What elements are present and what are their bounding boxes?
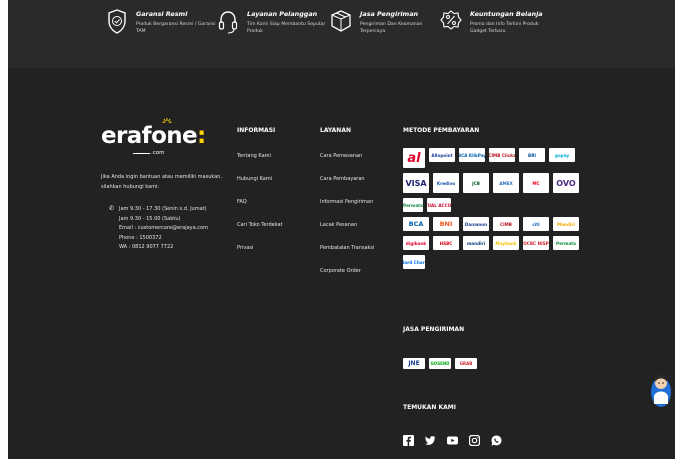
link-tentang-kami[interactable]: Tentang Kami bbox=[237, 153, 271, 159]
layanan-heading: LAYANAN bbox=[320, 127, 351, 134]
footer: Garansi Resmi Produk Bergaransi Resmi / … bbox=[8, 0, 675, 459]
logo-text: erafone bbox=[101, 123, 198, 149]
standard-chartered-logo: Standard Chartered bbox=[403, 255, 425, 269]
shield-check-icon bbox=[108, 9, 126, 34]
link-privasi[interactable]: Privasi bbox=[237, 245, 253, 251]
danamon-logo: Danamon bbox=[463, 217, 489, 231]
feature-desc: Pengiriman Dan Keamanan Terpercaya bbox=[360, 22, 423, 35]
link-corporate-order[interactable]: Corporate Order bbox=[320, 268, 361, 274]
feature-title: Layanan Pelanggan bbox=[247, 10, 318, 18]
feature-title: Garansi Resmi bbox=[136, 10, 188, 18]
permata-cc-logo: Permata bbox=[553, 236, 579, 250]
visa-logo: VISA bbox=[403, 173, 429, 193]
package-icon bbox=[331, 10, 351, 32]
hsbc-logo: HSBC bbox=[433, 236, 459, 250]
feature-desc: Promo dan Info Terkini Produk Gadget Ter… bbox=[470, 22, 539, 35]
bni-logo: BNI bbox=[433, 217, 459, 231]
contact-hours-weekday: Jam 9.30 - 17.30 (Senin s.d. Jumat) bbox=[119, 206, 207, 212]
feature-layanan: Layanan Pelanggan Tim Kami Siap Membantu… bbox=[217, 8, 329, 36]
phone-icon: ✆ bbox=[109, 205, 115, 212]
informasi-heading: INFORMASI bbox=[237, 127, 276, 134]
mandiri-cc-logo: mandiri bbox=[463, 236, 489, 250]
erafone-logo[interactable]: erafone: .com bbox=[101, 118, 206, 156]
link-pembatalan-transaksi[interactable]: Pembatalan Transaksi bbox=[320, 245, 374, 251]
ocbc-logo: OCBC NISP bbox=[523, 236, 549, 250]
payment-heading: METODE PEMBAYARAN bbox=[403, 127, 480, 134]
logo-sparkle: : bbox=[197, 123, 206, 149]
contact-phone[interactable]: Phone : 1500372 bbox=[119, 234, 208, 244]
cimb-clicks-logo: CIMB Clicks bbox=[489, 148, 515, 162]
features-strip: Garansi Resmi Produk Bergaransi Resmi / … bbox=[8, 0, 675, 68]
shipping-heading: JASA PENGIRIMAN bbox=[403, 326, 465, 333]
contact-email[interactable]: Email : customercare@erajaya.com bbox=[119, 224, 208, 234]
link-lacak-pesanan[interactable]: Lacak Pesanan bbox=[320, 222, 357, 228]
feature-desc: Produk Bergaransi Resmi / Garansi TAM bbox=[136, 22, 216, 35]
mastercard-logo: MC bbox=[523, 173, 549, 193]
contact-hours-saturday: Jam 9.30 - 15.00 (Sabtu) bbox=[119, 215, 181, 222]
headset-icon bbox=[218, 11, 238, 34]
discount-badge-icon bbox=[440, 10, 462, 30]
grab-logo: GRAB bbox=[455, 358, 477, 369]
link-informasi-pengiriman[interactable]: Informasi Pengiriman bbox=[320, 199, 373, 205]
feature-desc: Tim Kami Siap Membantu Seputar Produk bbox=[247, 22, 326, 35]
whatsapp-icon[interactable] bbox=[491, 435, 502, 446]
social-links bbox=[403, 435, 502, 446]
contact-intro: Jika Anda ingin bantuan atau memiliki ma… bbox=[101, 174, 223, 190]
logo-underline bbox=[133, 153, 150, 154]
shipping-logos: JNE GOSEND GRAB bbox=[403, 358, 477, 369]
sparkle-icon bbox=[162, 118, 172, 123]
gopay-logo: gopay bbox=[549, 148, 575, 162]
bca-klikpay-logo: BCA KlikPay bbox=[459, 148, 485, 162]
contact-list: Jam 9.30 - 17.30 (Senin s.d. Jumat) Jam … bbox=[119, 205, 208, 253]
feature-keuntungan: Keuntungan Belanja Promo dan Info Terkin… bbox=[440, 8, 552, 36]
virtual-account-logo: VIRTUAL ACCOUNT bbox=[427, 198, 451, 212]
link-cara-pemesanan[interactable]: Cara Pemesanan bbox=[320, 153, 362, 159]
youtube-icon[interactable] bbox=[447, 435, 458, 446]
jcb-logo: JCB bbox=[463, 173, 489, 193]
kredivo-logo: Kredivo bbox=[433, 173, 459, 193]
feature-title: Jasa Pengiriman bbox=[360, 10, 419, 18]
akulaku-logo: al bbox=[403, 148, 425, 168]
ovo-logo: OVO bbox=[553, 173, 579, 193]
facebook-icon[interactable] bbox=[403, 435, 414, 446]
bri-logo: BRI bbox=[519, 148, 545, 162]
allopoint-logo: Allopoint bbox=[429, 148, 455, 162]
chat-assistant-button[interactable] bbox=[650, 370, 672, 408]
mandiri-logo: Mandiri bbox=[553, 217, 579, 231]
digibank-logo: digibank bbox=[403, 236, 429, 250]
link-cari-toko[interactable]: Cari Toko Terdekat bbox=[237, 222, 283, 228]
cimb-logo: CIMB bbox=[493, 217, 519, 231]
amex-logo: AMEX bbox=[493, 173, 519, 193]
payment-logos: al Allopoint BCA KlikPay CIMB Clicks BRI gopa… bbox=[403, 148, 653, 274]
feature-pengiriman: Jasa Pengiriman Pengiriman Dan Keamanan … bbox=[330, 8, 442, 36]
citi-logo: citi bbox=[523, 217, 549, 231]
jne-logo: JNE bbox=[403, 358, 425, 369]
contact-whatsapp[interactable]: WA : 0812 9077 7722 bbox=[119, 243, 208, 253]
feature-title: Keuntungan Belanja bbox=[470, 10, 543, 18]
bca-logo: BCA bbox=[403, 217, 429, 231]
social-heading: TEMUKAN KAMI bbox=[403, 404, 456, 411]
permata-logo: Permata bbox=[403, 198, 423, 212]
link-cara-pembayaran[interactable]: Cara Pembayaran bbox=[320, 176, 365, 182]
link-hubungi-kami[interactable]: Hubungi Kami bbox=[237, 176, 272, 182]
maybank-logo: Maybank bbox=[493, 236, 519, 250]
instagram-icon[interactable] bbox=[469, 435, 480, 446]
link-faq[interactable]: FAQ bbox=[237, 199, 247, 205]
logo-suffix: .com bbox=[151, 150, 165, 156]
twitter-icon[interactable] bbox=[425, 435, 436, 446]
gosend-logo: GOSEND bbox=[429, 358, 451, 369]
feature-garansi: Garansi Resmi Produk Bergaransi Resmi / … bbox=[106, 8, 218, 36]
